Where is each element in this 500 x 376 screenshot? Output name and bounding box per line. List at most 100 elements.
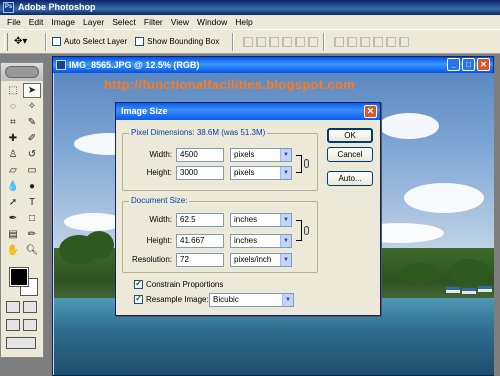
- pixel-height-unit-select[interactable]: pixels ▼: [230, 166, 292, 180]
- document-title-bar[interactable]: IMG_8565.JPG @ 12.5% (RGB) _ □ ✕: [53, 57, 493, 73]
- clone-stamp-tool-icon[interactable]: ♙: [4, 147, 22, 162]
- constrain-proportions-box[interactable]: [134, 278, 143, 289]
- healing-brush-tool-icon[interactable]: ✚: [4, 131, 22, 146]
- dialog-close-button[interactable]: ✕: [364, 105, 377, 118]
- tool-grid: ⬚ ➤ ◌ ✧ ⌗ ✎ ✚ ✐ ♙ ↺ ▱ ▭ 💧 ● ➚ T ✒ □ ▤ ✏ …: [1, 81, 43, 260]
- constrain-proportions-checkbox[interactable]: Constrain Proportions: [134, 278, 224, 289]
- auto-select-layer-checkbox[interactable]: Auto Select Layer: [52, 37, 127, 46]
- image-size-dialog: Image Size ✕ Pixel Dimensions: 38.6M (wa…: [115, 102, 381, 316]
- quick-mask-mode-icon[interactable]: [23, 301, 37, 313]
- document-window-buttons: _ □ ✕: [447, 58, 490, 71]
- pen-tool-icon[interactable]: ✒: [4, 211, 22, 226]
- cancel-button[interactable]: Cancel: [327, 147, 373, 162]
- full-screen-menu-mode-icon[interactable]: [23, 319, 37, 331]
- align-right-icon[interactable]: [308, 36, 319, 47]
- auto-select-layer-box[interactable]: [52, 37, 61, 46]
- minimize-button[interactable]: _: [447, 58, 460, 71]
- show-bounding-box-box[interactable]: [135, 37, 145, 46]
- history-brush-tool-icon[interactable]: ↺: [23, 147, 41, 162]
- brush-tool-icon[interactable]: ✐: [23, 131, 41, 146]
- pixel-height-label: Height:: [146, 168, 172, 177]
- resolution-unit-select[interactable]: pixels/inch ▼: [230, 253, 292, 267]
- doc-height-input[interactable]: 41.667: [176, 234, 224, 248]
- resample-image-label: Resample Image:: [146, 295, 209, 304]
- distribute-left-icon[interactable]: [373, 36, 384, 47]
- options-separator-3: [323, 32, 326, 51]
- chevron-down-icon: ▼: [280, 149, 291, 161]
- menu-view[interactable]: View: [167, 17, 193, 27]
- standard-screen-mode-icon[interactable]: [6, 319, 20, 331]
- ok-button[interactable]: OK: [327, 128, 373, 143]
- align-left-icon[interactable]: [282, 36, 293, 47]
- move-tool-preset-icon[interactable]: ✥▾: [14, 34, 40, 50]
- close-button[interactable]: ✕: [477, 58, 490, 71]
- eyedropper-tool-icon[interactable]: ✏: [23, 227, 41, 242]
- path-selection-tool-icon[interactable]: ➚: [4, 195, 22, 210]
- zoom-tool-icon[interactable]: 🔍︎: [23, 243, 41, 258]
- tree: [399, 263, 439, 285]
- distribute-bottom-icon[interactable]: [360, 36, 371, 47]
- type-tool-icon[interactable]: T: [23, 195, 41, 210]
- menu-image[interactable]: Image: [47, 17, 79, 27]
- doc-width-unit-select[interactable]: inches ▼: [230, 213, 292, 227]
- options-bar: ✥▾ Auto Select Layer Show Bounding Box: [0, 30, 500, 54]
- crop-tool-icon[interactable]: ⌗: [4, 115, 22, 130]
- foreground-color-swatch[interactable]: [9, 267, 29, 287]
- dialog-title-bar[interactable]: Image Size ✕: [116, 103, 380, 120]
- distribute-top-icon[interactable]: [334, 36, 345, 47]
- gradient-tool-icon[interactable]: ▭: [23, 163, 41, 178]
- tree: [84, 231, 114, 259]
- adobe-feather-icon: [5, 66, 39, 78]
- cloud: [379, 113, 439, 139]
- align-hcenter-icon[interactable]: [295, 36, 306, 47]
- distribute-right-icon[interactable]: [399, 36, 410, 47]
- move-tool-icon[interactable]: ➤: [23, 83, 41, 98]
- jump-to-imageready-icon[interactable]: [6, 337, 36, 349]
- menu-select[interactable]: Select: [108, 17, 140, 27]
- show-bounding-box-checkbox[interactable]: Show Bounding Box: [135, 37, 219, 46]
- hand-tool-icon[interactable]: ✋: [4, 243, 22, 258]
- resample-image-checkbox[interactable]: Resample Image:: [134, 293, 209, 304]
- dodge-tool-icon[interactable]: ●: [23, 179, 41, 194]
- pixel-width-label: Width:: [149, 150, 172, 159]
- slice-tool-icon[interactable]: ✎: [23, 115, 41, 130]
- distribute-hcenter-icon[interactable]: [386, 36, 397, 47]
- chevron-down-icon: ▼: [282, 294, 293, 306]
- resample-image-box[interactable]: [134, 293, 143, 304]
- resample-method-select[interactable]: Bicubic ▼: [209, 293, 294, 307]
- menu-help[interactable]: Help: [231, 17, 256, 27]
- distribute-vcenter-icon[interactable]: [347, 36, 358, 47]
- pixel-width-unit-select[interactable]: pixels ▼: [230, 148, 292, 162]
- quick-mask-modes: [1, 298, 43, 316]
- align-vcenter-icon[interactable]: [256, 36, 267, 47]
- auto-button[interactable]: Auto...: [327, 171, 373, 186]
- doc-width-label: Width:: [149, 215, 172, 224]
- pixel-height-input[interactable]: 3000: [176, 166, 224, 180]
- app-title: Adobe Photoshop: [18, 2, 96, 12]
- menu-layer[interactable]: Layer: [79, 17, 108, 27]
- marquee-tool-icon[interactable]: ⬚: [4, 83, 22, 98]
- align-bottom-icon[interactable]: [269, 36, 280, 47]
- menu-window[interactable]: Window: [193, 17, 231, 27]
- notes-tool-icon[interactable]: ▤: [4, 227, 22, 242]
- doc-width-input[interactable]: 62.5: [176, 213, 224, 227]
- cloud: [404, 183, 484, 213]
- shape-tool-icon[interactable]: □: [23, 211, 41, 226]
- pixel-width-input[interactable]: 4500: [176, 148, 224, 162]
- eraser-tool-icon[interactable]: ▱: [4, 163, 22, 178]
- toolbox-header[interactable]: [1, 63, 43, 81]
- beach-hut: [462, 288, 476, 294]
- resolution-input[interactable]: 72: [176, 253, 224, 267]
- menu-edit[interactable]: Edit: [25, 17, 48, 27]
- doc-height-unit-select[interactable]: inches ▼: [230, 234, 292, 248]
- maximize-button[interactable]: □: [462, 58, 475, 71]
- standard-mode-icon[interactable]: [6, 301, 20, 313]
- lasso-tool-icon[interactable]: ◌: [4, 99, 22, 114]
- menu-file[interactable]: File: [3, 17, 25, 27]
- magic-wand-tool-icon[interactable]: ✧: [23, 99, 41, 114]
- blur-tool-icon[interactable]: 💧: [4, 179, 22, 194]
- menu-filter[interactable]: Filter: [140, 17, 167, 27]
- align-top-icon[interactable]: [243, 36, 254, 47]
- constrain-proportions-label: Constrain Proportions: [146, 280, 224, 289]
- options-grip[interactable]: [4, 32, 8, 51]
